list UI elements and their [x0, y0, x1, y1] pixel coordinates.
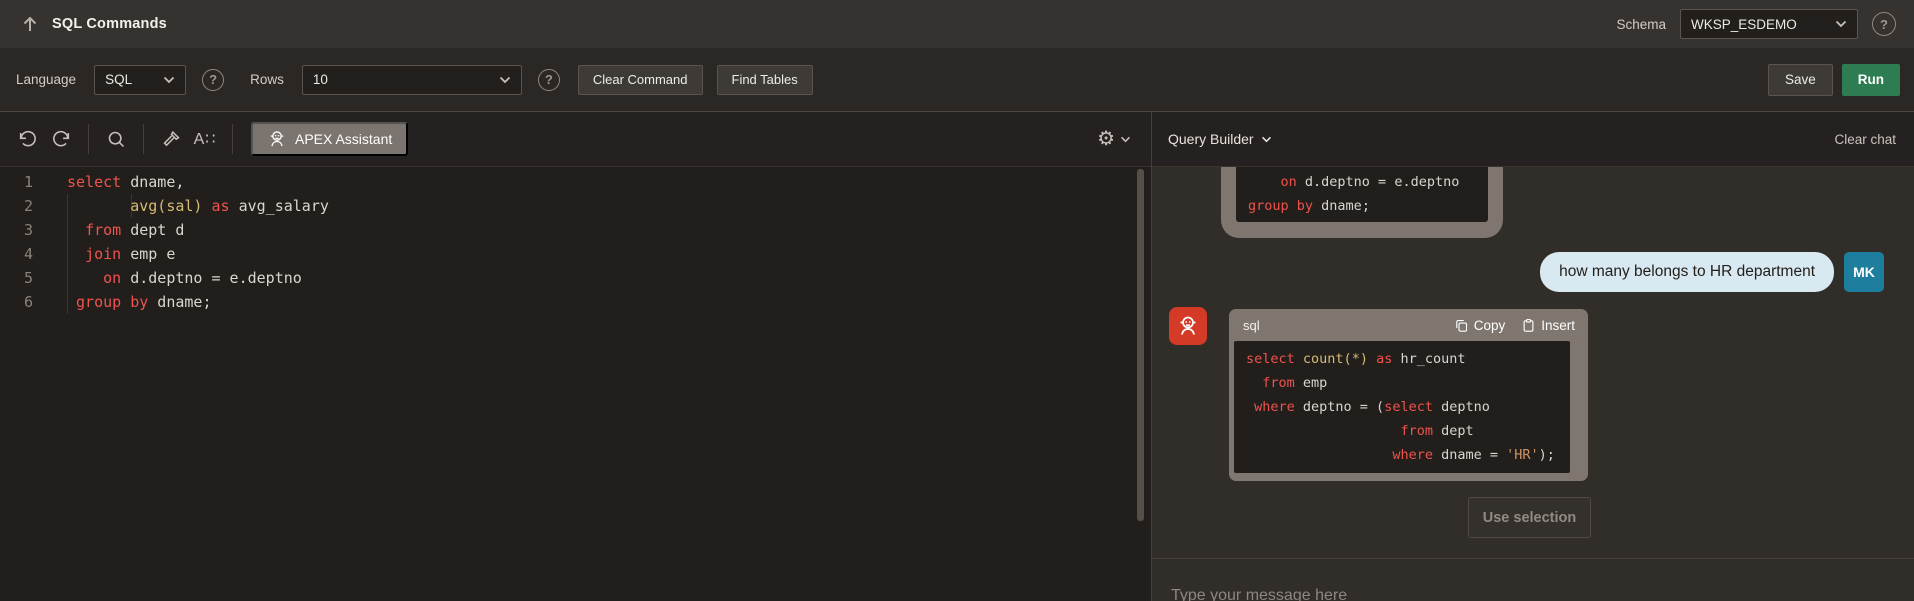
user-avatar: MK	[1844, 252, 1884, 292]
toolbar-separator	[232, 124, 233, 154]
line-number: 3	[0, 218, 45, 242]
code-line: where dname = 'HR');	[1246, 443, 1558, 467]
clear-command-button[interactable]: Clear Command	[578, 65, 703, 95]
code-line: from dept d	[67, 218, 1091, 242]
rows-select[interactable]: 10	[302, 65, 522, 95]
chat-messages: on d.deptno = e.deptnogroup by dname; ho…	[1152, 167, 1914, 601]
rows-value: 10	[313, 72, 328, 87]
robot-icon	[267, 129, 287, 149]
rows-label: Rows	[250, 72, 284, 87]
top-header-bar: SQL Commands Schema WKSP_ESDEMO ?	[0, 0, 1914, 48]
header-right-group: Schema WKSP_ESDEMO ?	[1616, 9, 1896, 39]
code-line: select dname,	[67, 170, 1091, 194]
line-number: 5	[0, 266, 45, 290]
code-block-header: sql Copy Insert	[1229, 309, 1588, 341]
query-builder-label: Query Builder	[1168, 131, 1254, 147]
chat-message-input[interactable]	[1171, 581, 1771, 601]
schema-select[interactable]: WKSP_ESDEMO	[1680, 9, 1858, 39]
editor-code: select dname, avg(sal) as avg_salary fro…	[67, 170, 1091, 314]
query-builder-menu[interactable]: Query Builder	[1168, 131, 1272, 147]
editor-settings-menu[interactable]: ⚙	[1097, 129, 1131, 149]
apex-assistant-button[interactable]: APEX Assistant	[251, 122, 408, 156]
line-number: 6	[0, 290, 45, 314]
insert-button[interactable]: Insert	[1521, 318, 1575, 333]
run-button[interactable]: Run	[1842, 64, 1900, 96]
schema-help-icon[interactable]: ?	[1872, 12, 1896, 36]
assistant-sql-code: select count(*) as hr_count from emp whe…	[1234, 341, 1570, 473]
command-bar: Language SQL ? Rows 10 ? Clear Command F…	[0, 48, 1914, 112]
change-case-icon[interactable]: A∷	[188, 122, 222, 156]
chevron-down-icon	[1261, 136, 1272, 143]
previous-answer-code: on d.deptno = e.deptnogroup by dname;	[1236, 167, 1488, 222]
line-number: 4	[0, 242, 45, 266]
sql-commands-app: SQL Commands Schema WKSP_ESDEMO ? Langua…	[0, 0, 1914, 601]
code-line: group by dname;	[1248, 194, 1476, 218]
find-tables-button[interactable]: Find Tables	[717, 65, 813, 95]
chevron-down-icon	[1835, 20, 1847, 28]
clipboard-insert-icon	[1521, 318, 1536, 333]
code-language-badge: sql	[1243, 318, 1260, 333]
command-bar-right-group: Save Run	[1768, 64, 1900, 96]
copy-icon	[1454, 318, 1469, 333]
user-message-row: how many belongs to HR department MK	[1540, 252, 1884, 292]
chevron-down-icon	[499, 76, 511, 84]
save-button[interactable]: Save	[1768, 64, 1833, 96]
code-line: from emp	[1246, 371, 1558, 395]
schema-value: WKSP_ESDEMO	[1691, 17, 1797, 32]
assistant-answer-card: sql Copy Insert select coun	[1229, 309, 1588, 481]
assistant-avatar	[1169, 307, 1207, 345]
line-number: 2	[0, 194, 45, 218]
previous-answer-bubble: on d.deptno = e.deptnogroup by dname;	[1221, 167, 1503, 238]
robot-icon	[1176, 314, 1200, 338]
insert-label: Insert	[1541, 318, 1575, 333]
gear-icon: ⚙	[1097, 129, 1115, 149]
chevron-down-icon	[1120, 136, 1131, 143]
apex-assistant-label: APEX Assistant	[295, 131, 392, 147]
chat-toolbar: Query Builder Clear chat	[1152, 112, 1914, 167]
code-line: on d.deptno = e.deptno	[67, 266, 1091, 290]
chat-input-bar	[1152, 558, 1914, 601]
editor-toolbar: A∷ APEX Assistant ⚙	[0, 112, 1151, 167]
code-line: from dept	[1246, 419, 1558, 443]
editor-pane: A∷ APEX Assistant ⚙ 123456 select dname,…	[0, 112, 1151, 601]
language-help-icon[interactable]: ?	[202, 69, 224, 91]
rows-help-icon[interactable]: ?	[538, 69, 560, 91]
format-hammer-icon[interactable]	[154, 122, 188, 156]
sql-editor[interactable]: 123456 select dname, avg(sal) as avg_sal…	[0, 167, 1151, 601]
assistant-chat-pane: Query Builder Clear chat on d.deptno = e…	[1151, 112, 1914, 601]
code-line: where deptno = (select deptno	[1246, 395, 1558, 419]
page-title: SQL Commands	[52, 16, 167, 32]
language-select[interactable]: SQL	[94, 65, 186, 95]
search-icon[interactable]	[99, 122, 133, 156]
line-number: 1	[0, 170, 45, 194]
code-line: on d.deptno = e.deptno	[1248, 170, 1476, 194]
redo-icon[interactable]	[44, 122, 78, 156]
code-line: avg(sal) as avg_salary	[67, 194, 1091, 218]
code-actions: Copy Insert	[1454, 318, 1575, 333]
editor-scrollbar[interactable]	[1137, 169, 1144, 521]
main-split: A∷ APEX Assistant ⚙ 123456 select dname,…	[0, 112, 1914, 601]
up-arrow-icon[interactable]	[16, 10, 44, 38]
undo-icon[interactable]	[10, 122, 44, 156]
user-message-bubble: how many belongs to HR department	[1540, 252, 1834, 292]
chevron-down-icon	[163, 76, 175, 84]
use-selection-button[interactable]: Use selection	[1468, 497, 1591, 538]
editor-line-numbers: 123456	[0, 170, 45, 314]
toolbar-separator	[143, 124, 144, 154]
code-line: join emp e	[67, 242, 1091, 266]
clear-chat-button[interactable]: Clear chat	[1834, 132, 1896, 147]
language-value: SQL	[105, 72, 132, 87]
code-line: select count(*) as hr_count	[1246, 347, 1558, 371]
copy-label: Copy	[1474, 318, 1506, 333]
toolbar-separator	[88, 124, 89, 154]
language-label: Language	[16, 72, 76, 87]
schema-label: Schema	[1616, 17, 1666, 32]
code-line: group by dname;	[67, 290, 1091, 314]
copy-button[interactable]: Copy	[1454, 318, 1506, 333]
